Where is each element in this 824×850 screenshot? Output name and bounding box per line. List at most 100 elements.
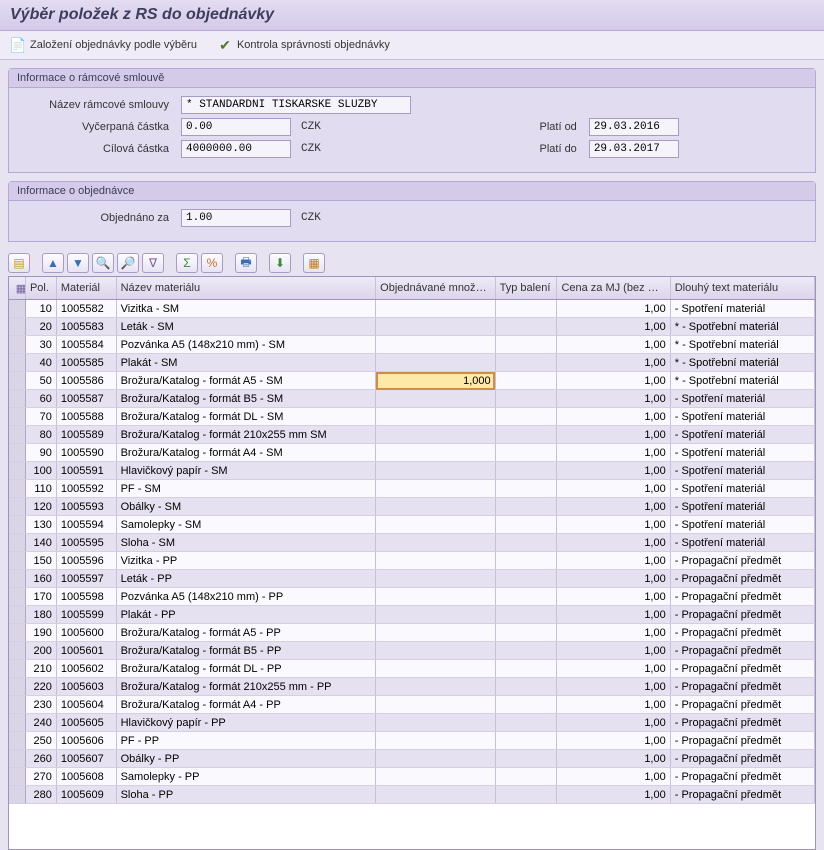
col-longtext[interactable]: Dlouhý text materiálu xyxy=(670,277,814,300)
table-row[interactable]: 2101005602Brožura/Katalog - formát DL - … xyxy=(9,660,815,678)
row-selector[interactable] xyxy=(9,444,25,462)
row-selector[interactable] xyxy=(9,426,25,444)
cell-quantity[interactable] xyxy=(376,660,495,678)
cell-quantity[interactable] xyxy=(376,696,495,714)
find-icon[interactable]: 🔍 xyxy=(92,253,114,273)
table-row[interactable]: 401005585Plakát - SM1,00* - Spotřební ma… xyxy=(9,354,815,372)
table-row[interactable]: 2201005603Brožura/Katalog - formát 210x2… xyxy=(9,678,815,696)
row-selector[interactable] xyxy=(9,768,25,786)
row-selector[interactable] xyxy=(9,660,25,678)
table-row[interactable]: 1501005596Vizitka - PP1,00- Propagační p… xyxy=(9,552,815,570)
col-quantity[interactable]: Objednávané množs… xyxy=(376,277,495,300)
export-icon[interactable]: ⬇ xyxy=(269,253,291,273)
row-selector[interactable] xyxy=(9,354,25,372)
cell-quantity[interactable] xyxy=(376,336,495,354)
table-row[interactable]: 1701005598Pozvánka A5 (148x210 mm) - PP1… xyxy=(9,588,815,606)
contract-name-field[interactable] xyxy=(181,96,411,114)
cell-quantity[interactable] xyxy=(376,624,495,642)
cell-quantity[interactable] xyxy=(376,498,495,516)
col-name[interactable]: Název materiálu xyxy=(116,277,376,300)
cell-quantity[interactable] xyxy=(376,516,495,534)
table-row[interactable]: 1301005594Samolepky - SM1,00- Spotření m… xyxy=(9,516,815,534)
table-row[interactable]: 2401005605Hlavičkový papír - PP1,00- Pro… xyxy=(9,714,815,732)
row-selector[interactable] xyxy=(9,516,25,534)
col-packing[interactable]: Typ balení xyxy=(495,277,557,300)
table-row[interactable]: 201005583Leták - SM1,00* - Spotřební mat… xyxy=(9,318,815,336)
table-row[interactable]: 1001005591Hlavičkový papír - SM1,00- Spo… xyxy=(9,462,815,480)
row-selector[interactable] xyxy=(9,300,25,318)
cell-quantity[interactable] xyxy=(376,678,495,696)
row-selector[interactable] xyxy=(9,786,25,804)
cell-quantity[interactable] xyxy=(376,444,495,462)
check-order-button[interactable]: ✔ Kontrola správnosti objednávky xyxy=(217,37,390,53)
cell-quantity[interactable] xyxy=(376,390,495,408)
cell-quantity[interactable] xyxy=(376,552,495,570)
row-selector[interactable] xyxy=(9,534,25,552)
row-selector[interactable] xyxy=(9,480,25,498)
row-selector[interactable] xyxy=(9,318,25,336)
sort-asc-icon[interactable]: ▲ xyxy=(42,253,64,273)
filter-icon[interactable]: ∇ xyxy=(142,253,164,273)
print-icon[interactable]: 🖶 xyxy=(235,253,257,273)
create-order-button[interactable]: 📄 Založení objednávky podle výběru xyxy=(10,37,197,53)
cell-quantity[interactable] xyxy=(376,750,495,768)
cell-quantity[interactable] xyxy=(376,606,495,624)
col-position[interactable]: Pol. xyxy=(25,277,56,300)
row-selector[interactable] xyxy=(9,696,25,714)
cell-quantity[interactable] xyxy=(376,426,495,444)
drawn-amount-field[interactable] xyxy=(181,118,291,136)
cell-quantity[interactable] xyxy=(376,786,495,804)
table-row[interactable]: 501005586Brožura/Katalog - formát A5 - S… xyxy=(9,372,815,390)
table-row[interactable]: 1601005597Leták - PP1,00- Propagační pře… xyxy=(9,570,815,588)
cell-quantity[interactable] xyxy=(376,642,495,660)
table-row[interactable]: 1401005595Sloha - SM1,00- Spotření mater… xyxy=(9,534,815,552)
cell-quantity[interactable] xyxy=(376,300,495,318)
table-row[interactable]: 2801005609Sloha - PP1,00- Propagační pře… xyxy=(9,786,815,804)
subtotal-icon[interactable]: % xyxy=(201,253,223,273)
table-row[interactable]: 301005584Pozvánka A5 (148x210 mm) - SM1,… xyxy=(9,336,815,354)
valid-from-field[interactable] xyxy=(589,118,679,136)
table-row[interactable]: 101005582Vizitka - SM1,00- Spotření mate… xyxy=(9,300,815,318)
row-selector[interactable] xyxy=(9,714,25,732)
cell-quantity[interactable] xyxy=(376,732,495,750)
cell-quantity[interactable] xyxy=(376,480,495,498)
table-row[interactable]: 2001005601Brožura/Katalog - formát B5 - … xyxy=(9,642,815,660)
details-icon[interactable]: ▤ xyxy=(8,253,30,273)
table-row[interactable]: 2601005607Obálky - PP1,00- Propagační př… xyxy=(9,750,815,768)
target-amount-field[interactable] xyxy=(181,140,291,158)
row-selector[interactable] xyxy=(9,408,25,426)
cell-quantity[interactable] xyxy=(376,714,495,732)
select-all-corner[interactable]: ▦ xyxy=(9,277,25,300)
cell-quantity[interactable] xyxy=(376,462,495,480)
row-selector[interactable] xyxy=(9,732,25,750)
table-row[interactable]: 901005590Brožura/Katalog - formát A4 - S… xyxy=(9,444,815,462)
col-material[interactable]: Materiál xyxy=(56,277,116,300)
row-selector[interactable] xyxy=(9,462,25,480)
row-selector[interactable] xyxy=(9,606,25,624)
table-row[interactable]: 2501005606PF - PP1,00- Propagační předmě… xyxy=(9,732,815,750)
table-row[interactable]: 2301005604Brožura/Katalog - formát A4 - … xyxy=(9,696,815,714)
table-row[interactable]: 1901005600Brožura/Katalog - formát A5 - … xyxy=(9,624,815,642)
cell-quantity[interactable] xyxy=(376,570,495,588)
row-selector[interactable] xyxy=(9,336,25,354)
sort-desc-icon[interactable]: ▼ xyxy=(67,253,89,273)
find-next-icon[interactable]: 🔎 xyxy=(117,253,139,273)
row-selector[interactable] xyxy=(9,390,25,408)
row-selector[interactable] xyxy=(9,498,25,516)
row-selector[interactable] xyxy=(9,624,25,642)
row-selector[interactable] xyxy=(9,552,25,570)
cell-quantity[interactable] xyxy=(376,768,495,786)
row-selector[interactable] xyxy=(9,642,25,660)
cell-quantity[interactable] xyxy=(376,318,495,336)
row-selector[interactable] xyxy=(9,372,25,390)
data-grid[interactable]: ▦ Pol. Materiál Název materiálu Objednáv… xyxy=(8,276,816,850)
table-row[interactable]: 801005589Brožura/Katalog - formát 210x25… xyxy=(9,426,815,444)
table-row[interactable]: 1201005593Obálky - SM1,00- Spotření mate… xyxy=(9,498,815,516)
valid-to-field[interactable] xyxy=(589,140,679,158)
row-selector[interactable] xyxy=(9,750,25,768)
table-row[interactable]: 701005588Brožura/Katalog - formát DL - S… xyxy=(9,408,815,426)
row-selector[interactable] xyxy=(9,570,25,588)
table-row[interactable]: 601005587Brožura/Katalog - formát B5 - S… xyxy=(9,390,815,408)
col-price[interactable]: Cena za MJ (bez DPH) xyxy=(557,277,670,300)
row-selector[interactable] xyxy=(9,678,25,696)
